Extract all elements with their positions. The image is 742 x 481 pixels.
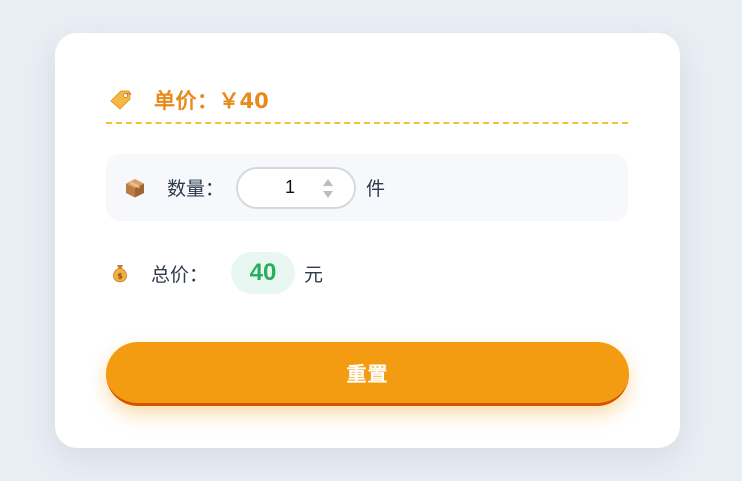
quantity-unit: 件 <box>366 178 386 200</box>
svg-text:$: $ <box>117 272 123 281</box>
reset-button[interactable]: 重置 <box>106 342 629 406</box>
unit-price-label: 单价： <box>154 88 219 113</box>
money-bag-icon: $ <box>113 265 127 283</box>
package-icon <box>126 178 144 197</box>
quantity-label: 数量： <box>167 178 225 200</box>
unit-price-value: ￥40 <box>218 88 269 113</box>
total-price-label: 总价： <box>151 263 209 286</box>
total-price-unit: 元 <box>304 263 324 286</box>
total-price-value: 40 <box>231 252 296 294</box>
spinner-arrows-icon[interactable] <box>322 178 334 200</box>
total-price-row: $ 总价： 40 元 <box>106 248 323 298</box>
calculator-card: 单价： ￥40 数量： 1 件 $ 总价： 40 元 重置 <box>55 33 680 448</box>
price-tag-icon <box>110 90 132 110</box>
quantity-stepper[interactable]: 1 <box>236 166 357 209</box>
unit-price-row: 单价： ￥40 <box>106 77 628 124</box>
quantity-row: 数量： 1 件 <box>106 154 628 221</box>
